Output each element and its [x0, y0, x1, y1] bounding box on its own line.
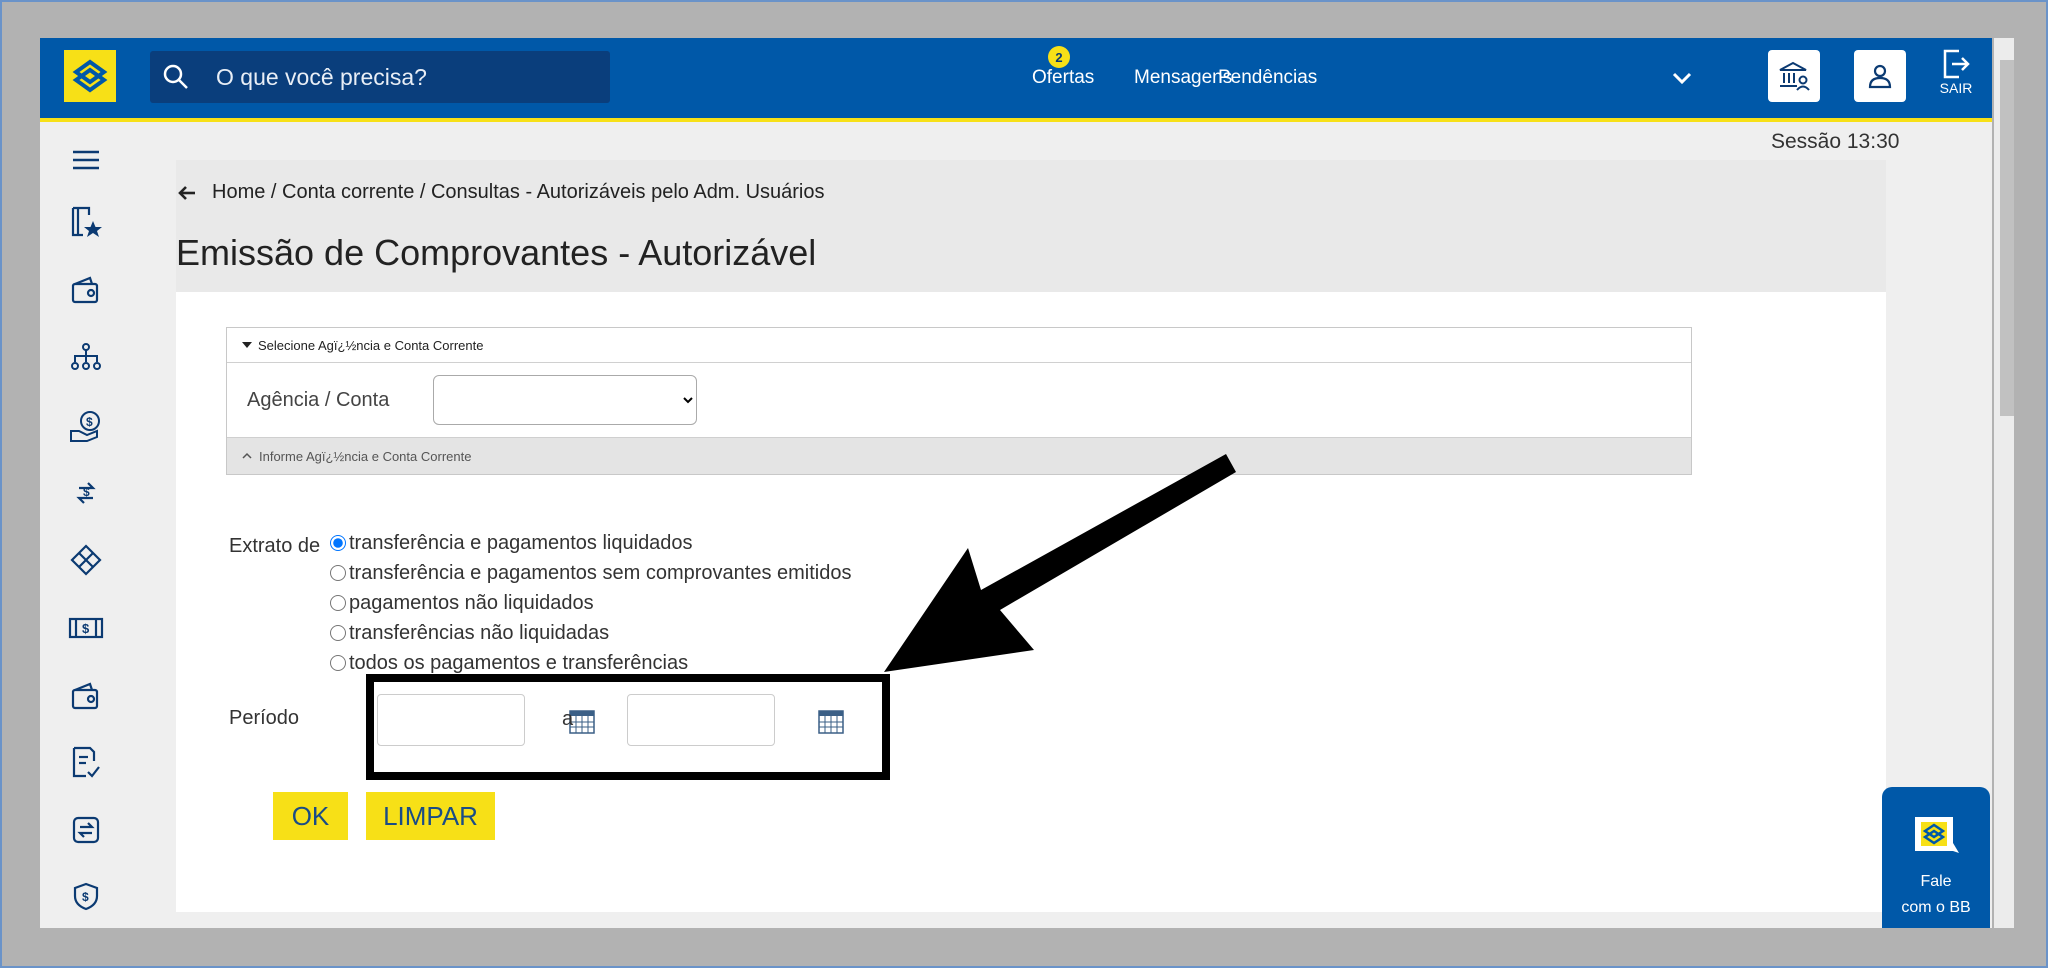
fale-com-bb-button[interactable]: Fale com o BB	[1882, 787, 1990, 928]
fale-line2: com o BB	[1901, 899, 1971, 916]
annotation-arrow-icon	[884, 454, 1236, 672]
bb-chat-icon	[1915, 817, 1959, 853]
scrollbar-thumb[interactable]	[2000, 60, 2014, 416]
fale-line1: Fale	[1920, 873, 1952, 890]
